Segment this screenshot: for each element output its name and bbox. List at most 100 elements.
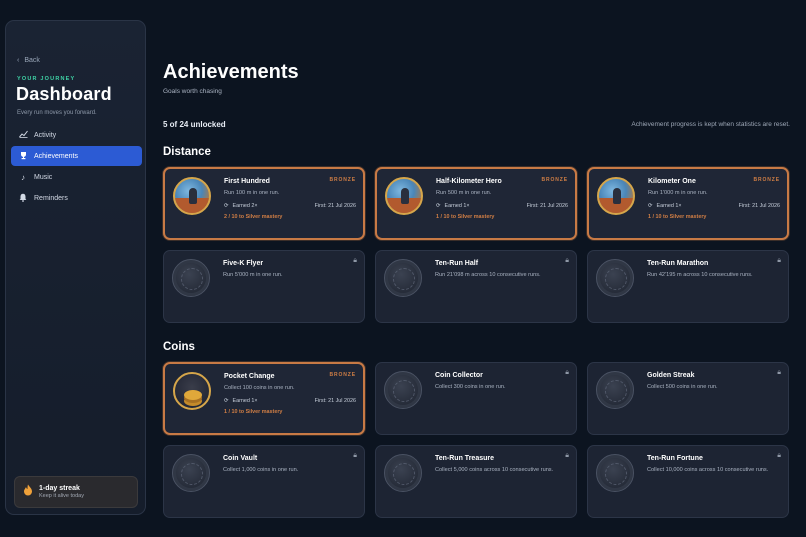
card-description: Collect 10,000 coins across 10 consecuti… bbox=[647, 467, 769, 473]
runner-medal-icon bbox=[597, 177, 635, 215]
earned-label: Earned 2× bbox=[232, 203, 258, 209]
streak-card[interactable]: 1-day streak Keep it alive today bbox=[14, 476, 138, 508]
card-description: Run 5'000 m in one run. bbox=[223, 272, 283, 278]
card-title: Ten-Run Treasure bbox=[435, 455, 494, 462]
locked-medal-icon bbox=[384, 454, 422, 492]
streak-title: 1-day streak bbox=[39, 485, 80, 492]
lock-icon: 🔒︎ bbox=[777, 452, 781, 459]
tier-badge: BRONZE bbox=[329, 177, 356, 183]
achievement-card[interactable]: First Hundred BRONZE Run 100 m in one ru… bbox=[163, 167, 365, 240]
first-earned-date: First: 21 Jul 2026 bbox=[314, 203, 356, 209]
card-title: Coin Vault bbox=[223, 455, 258, 462]
card-title: Kilometer One bbox=[648, 178, 696, 185]
sidebar-item-label: Achievements bbox=[34, 152, 78, 160]
sidebar-title: Dashboard bbox=[16, 84, 112, 104]
card-title: Coin Collector bbox=[435, 372, 483, 379]
card-title: Ten-Run Fortune bbox=[647, 455, 703, 462]
card-description: Collect 5,000 coins across 10 consecutiv… bbox=[435, 467, 554, 473]
repeat-icon: ⟳ bbox=[436, 203, 441, 209]
card-description: Collect 100 coins in one run. bbox=[224, 385, 295, 391]
back-button[interactable]: ‹ Back bbox=[17, 57, 40, 64]
achievement-card-locked[interactable]: Five-K Flyer 🔒︎ Run 5'000 m in one run. bbox=[163, 250, 365, 323]
repeat-icon: ⟳ bbox=[224, 203, 229, 209]
sidebar-item-reminders[interactable]: Reminders bbox=[11, 188, 142, 208]
achievement-card-locked[interactable]: Golden Streak 🔒︎ Collect 500 coins in on… bbox=[587, 362, 789, 435]
tier-badge: BRONZE bbox=[329, 372, 356, 378]
mastery-progress: 1 / 10 to Silver mastery bbox=[224, 409, 283, 415]
earned-label: Earned 1× bbox=[656, 203, 682, 209]
locked-medal-icon bbox=[596, 454, 634, 492]
music-note-icon: ♪ bbox=[21, 172, 25, 182]
locked-medal-icon bbox=[172, 454, 210, 492]
section-title-coins: Coins bbox=[163, 341, 195, 353]
first-earned-date: First: 21 Jul 2026 bbox=[526, 203, 568, 209]
card-description: Run 1'000 m in one run. bbox=[648, 190, 708, 196]
earned-count: ⟳ Earned 2× bbox=[224, 203, 258, 209]
runner-medal-icon bbox=[173, 177, 211, 215]
card-title: Ten-Run Half bbox=[435, 260, 479, 267]
lock-icon: 🔒︎ bbox=[565, 257, 569, 264]
sidebar-item-achievements[interactable]: Achievements bbox=[11, 146, 142, 166]
card-description: Run 100 m in one run. bbox=[224, 190, 280, 196]
lock-icon: 🔒︎ bbox=[777, 257, 781, 264]
back-label: Back bbox=[24, 57, 40, 64]
mastery-progress: 2 / 10 to Silver mastery bbox=[224, 214, 283, 220]
mastery-progress: 1 / 10 to Silver mastery bbox=[648, 214, 707, 220]
sidebar-item-label: Reminders bbox=[34, 194, 68, 202]
coin-medal-icon bbox=[173, 372, 211, 410]
card-title: First Hundred bbox=[224, 178, 270, 185]
progress-note: Achievement progress is kept when statis… bbox=[631, 121, 790, 128]
card-description: Collect 1,000 coins in one run. bbox=[223, 467, 299, 473]
achievement-card-locked[interactable]: Ten-Run Marathon 🔒︎ Run 42'195 m across … bbox=[587, 250, 789, 323]
earned-count: ⟳ Earned 1× bbox=[436, 203, 470, 209]
mastery-progress: 1 / 10 to Silver mastery bbox=[436, 214, 495, 220]
earned-count: ⟳ Earned 1× bbox=[648, 203, 682, 209]
page-subtitle: Goals worth chasing bbox=[163, 88, 222, 95]
sidebar-item-label: Music bbox=[34, 173, 53, 181]
section-title-distance: Distance bbox=[163, 146, 211, 158]
locked-medal-icon bbox=[596, 259, 634, 297]
lock-icon: 🔒︎ bbox=[565, 452, 569, 459]
card-title: Pocket Change bbox=[224, 373, 275, 380]
sidebar-subtitle: Every run moves you forward. bbox=[17, 110, 97, 116]
locked-medal-icon bbox=[384, 259, 422, 297]
achievement-card-locked[interactable]: Coin Collector 🔒︎ Collect 300 coins in o… bbox=[375, 362, 577, 435]
achievement-card-locked[interactable]: Ten-Run Fortune 🔒︎ Collect 10,000 coins … bbox=[587, 445, 789, 518]
bell-icon bbox=[18, 193, 28, 204]
locked-medal-icon bbox=[172, 259, 210, 297]
achievement-card[interactable]: Kilometer One BRONZE Run 1'000 m in one … bbox=[587, 167, 789, 240]
trophy-icon bbox=[18, 151, 28, 162]
achievement-card-locked[interactable]: Ten-Run Treasure 🔒︎ Collect 5,000 coins … bbox=[375, 445, 577, 518]
lock-icon: 🔒︎ bbox=[777, 369, 781, 376]
earned-label: Earned 1× bbox=[444, 203, 470, 209]
lock-icon: 🔒︎ bbox=[353, 257, 357, 264]
unlocked-count: 5 of 24 unlocked bbox=[163, 120, 226, 129]
first-earned-date: First: 21 Jul 2026 bbox=[314, 398, 356, 404]
achievement-card[interactable]: Half-Kilometer Hero BRONZE Run 500 m in … bbox=[375, 167, 577, 240]
locked-medal-icon bbox=[384, 371, 422, 409]
sidebar-eyebrow: YOUR JOURNEY bbox=[17, 76, 76, 82]
chart-line-icon bbox=[18, 130, 28, 140]
card-title: Half-Kilometer Hero bbox=[436, 178, 502, 185]
card-description: Run 42'195 m across 10 consecutive runs. bbox=[647, 272, 753, 278]
sidebar-item-label: Activity bbox=[34, 131, 57, 139]
achievement-card-locked[interactable]: Ten-Run Half 🔒︎ Run 21'098 m across 10 c… bbox=[375, 250, 577, 323]
lock-icon: 🔒︎ bbox=[353, 452, 357, 459]
lock-icon: 🔒︎ bbox=[565, 369, 569, 376]
sidebar: ‹ Back YOUR JOURNEY Dashboard Every run … bbox=[5, 20, 146, 515]
runner-medal-icon bbox=[385, 177, 423, 215]
sidebar-nav: Activity Achievements ♪ Music Reminders bbox=[11, 125, 142, 209]
achievement-card-locked[interactable]: Coin Vault 🔒︎ Collect 1,000 coins in one… bbox=[163, 445, 365, 518]
achievement-card[interactable]: Pocket Change BRONZE Collect 100 coins i… bbox=[163, 362, 365, 435]
earned-label: Earned 1× bbox=[232, 398, 258, 404]
sidebar-item-music[interactable]: ♪ Music bbox=[11, 167, 142, 187]
streak-subtitle: Keep it alive today bbox=[39, 493, 84, 499]
earned-count: ⟳ Earned 1× bbox=[224, 398, 258, 404]
tier-badge: BRONZE bbox=[753, 177, 780, 183]
card-title: Golden Streak bbox=[647, 372, 695, 379]
card-description: Collect 500 coins in one run. bbox=[647, 384, 718, 390]
sidebar-item-activity[interactable]: Activity bbox=[11, 125, 142, 145]
first-earned-date: First: 21 Jul 2026 bbox=[738, 203, 780, 209]
card-title: Ten-Run Marathon bbox=[647, 260, 709, 267]
repeat-icon: ⟳ bbox=[224, 398, 229, 404]
